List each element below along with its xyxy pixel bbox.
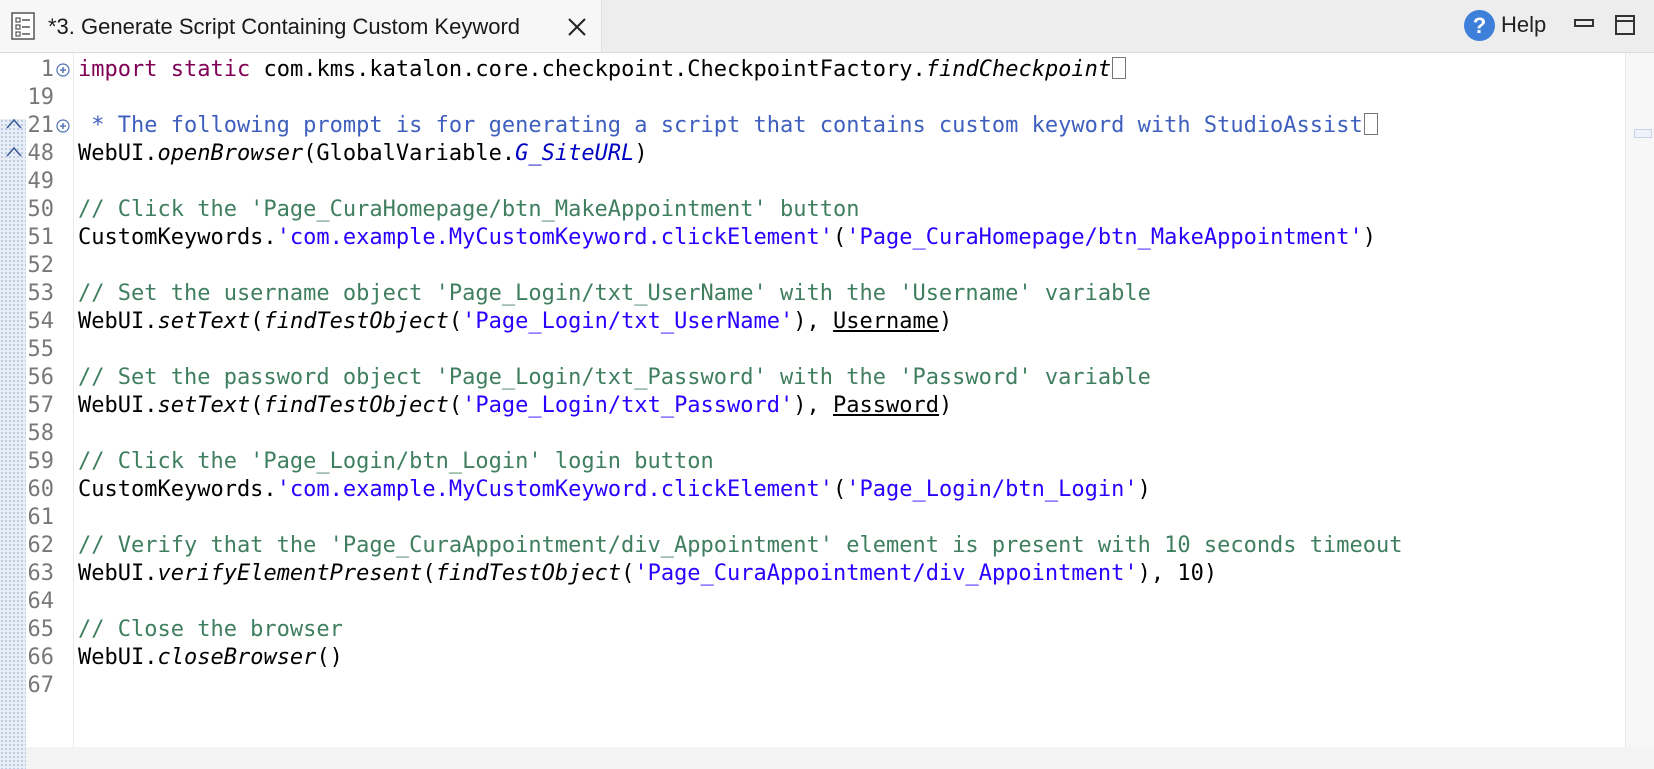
code-editor[interactable]: 1 import static com.kms.katalon.core.che…: [0, 53, 1625, 769]
help-button[interactable]: ? Help: [1464, 8, 1546, 42]
close-icon[interactable]: [566, 16, 588, 38]
code-line: 58: [0, 419, 1625, 449]
code-line: 1 import static com.kms.katalon.core.che…: [0, 55, 1625, 85]
overview-ruler[interactable]: [1625, 53, 1654, 747]
code-text[interactable]: * The following prompt is for generating…: [78, 111, 1378, 141]
line-number: 58: [27, 421, 55, 446]
line-number: 66: [27, 645, 55, 670]
code-comment[interactable]: // Click the 'Page_Login/btn_Login' logi…: [78, 447, 714, 477]
code-comment[interactable]: // Set the password object 'Page_Login/t…: [78, 363, 1151, 393]
code-line: 55: [0, 335, 1625, 365]
code-line: 66 WebUI.closeBrowser(): [0, 643, 1625, 673]
line-number: 67: [27, 673, 55, 698]
code-text[interactable]: WebUI.setText(findTestObject('Page_Login…: [78, 307, 952, 337]
line-number: 61: [27, 505, 55, 530]
line-number: 65: [27, 617, 55, 642]
line-number: 19: [27, 85, 55, 110]
code-line: 59 // Click the 'Page_Login/btn_Login' l…: [0, 447, 1625, 477]
code-line: 61: [0, 503, 1625, 533]
code-line: 67: [0, 671, 1625, 701]
help-icon: ?: [1464, 9, 1495, 41]
code-line: 65 // Close the browser: [0, 615, 1625, 645]
script-file-icon: [11, 12, 35, 40]
line-number: 63: [27, 561, 55, 586]
override-marker-icon: [6, 118, 22, 129]
help-label: Help: [1501, 12, 1547, 37]
code-comment[interactable]: // Verify that the 'Page_CuraAppointment…: [78, 531, 1403, 561]
line-number: 57: [27, 393, 55, 418]
line-number: 60: [27, 477, 55, 502]
code-line: 21 * The following prompt is for generat…: [0, 111, 1625, 141]
code-line: 64: [0, 587, 1625, 617]
code-comment[interactable]: // Close the browser: [78, 615, 343, 645]
line-number: 59: [27, 449, 55, 474]
code-text[interactable]: WebUI.setText(findTestObject('Page_Login…: [78, 391, 952, 421]
overview-ruler-marker[interactable]: [1634, 129, 1652, 138]
code-comment[interactable]: // Set the username object 'Page_Login/t…: [78, 279, 1151, 309]
tab-title: *3. Generate Script Containing Custom Ke…: [48, 14, 521, 39]
folded-code-ellipsis[interactable]: [1363, 113, 1378, 135]
code-line: 57 WebUI.setText(findTestObject('Page_Lo…: [0, 391, 1625, 421]
line-number: 21: [27, 113, 55, 138]
code-line: 48 WebUI.openBrowser(GlobalVariable.G_Si…: [0, 139, 1625, 169]
line-number: 56: [27, 365, 55, 390]
code-line: 62 // Verify that the 'Page_CuraAppointm…: [0, 531, 1625, 561]
expand-fold-icon[interactable]: [56, 63, 70, 77]
editor-tab[interactable]: *3. Generate Script Containing Custom Ke…: [0, 0, 602, 52]
line-number: 49: [27, 169, 55, 194]
code-line: 56 // Set the password object 'Page_Logi…: [0, 363, 1625, 393]
line-number: 50: [27, 197, 55, 222]
code-text[interactable]: WebUI.closeBrowser(): [78, 643, 343, 673]
line-number: 53: [27, 281, 55, 306]
override-marker-icon: [6, 146, 22, 157]
code-text[interactable]: import static com.kms.katalon.core.check…: [78, 55, 1127, 85]
code-line: 50 // Click the 'Page_CuraHomepage/btn_M…: [0, 195, 1625, 225]
line-number: 54: [27, 309, 55, 334]
code-line: 54 WebUI.setText(findTestObject('Page_Lo…: [0, 307, 1625, 337]
expand-fold-icon[interactable]: [56, 119, 70, 133]
code-line: 49: [0, 167, 1625, 197]
line-number: 52: [27, 253, 55, 278]
code-text[interactable]: WebUI.openBrowser(GlobalVariable.G_SiteU…: [78, 139, 648, 169]
code-line: 53 // Set the username object 'Page_Logi…: [0, 279, 1625, 309]
line-number: 1: [40, 57, 54, 82]
code-text[interactable]: CustomKeywords.'com.example.MyCustomKeyw…: [78, 475, 1151, 505]
line-number: 51: [27, 225, 55, 250]
maximize-icon[interactable]: [1614, 14, 1636, 36]
line-number: 62: [27, 533, 55, 558]
line-number: 64: [27, 589, 55, 614]
code-text[interactable]: WebUI.verifyElementPresent(findTestObjec…: [78, 559, 1217, 589]
code-line: 60 CustomKeywords.'com.example.MyCustomK…: [0, 475, 1625, 505]
code-line: 51 CustomKeywords.'com.example.MyCustomK…: [0, 223, 1625, 253]
code-line: 19: [0, 83, 1625, 113]
code-comment[interactable]: // Click the 'Page_CuraHomepage/btn_Make…: [78, 195, 859, 225]
line-number: 48: [27, 141, 55, 166]
code-text[interactable]: CustomKeywords.'com.example.MyCustomKeyw…: [78, 223, 1376, 253]
code-line: 52: [0, 251, 1625, 281]
line-number: 55: [27, 337, 55, 362]
minimize-icon[interactable]: [1573, 14, 1595, 36]
code-line: 63 WebUI.verifyElementPresent(findTestOb…: [0, 559, 1625, 589]
folded-code-ellipsis[interactable]: [1112, 57, 1127, 79]
editor-tab-bar: *3. Generate Script Containing Custom Ke…: [0, 0, 1654, 53]
